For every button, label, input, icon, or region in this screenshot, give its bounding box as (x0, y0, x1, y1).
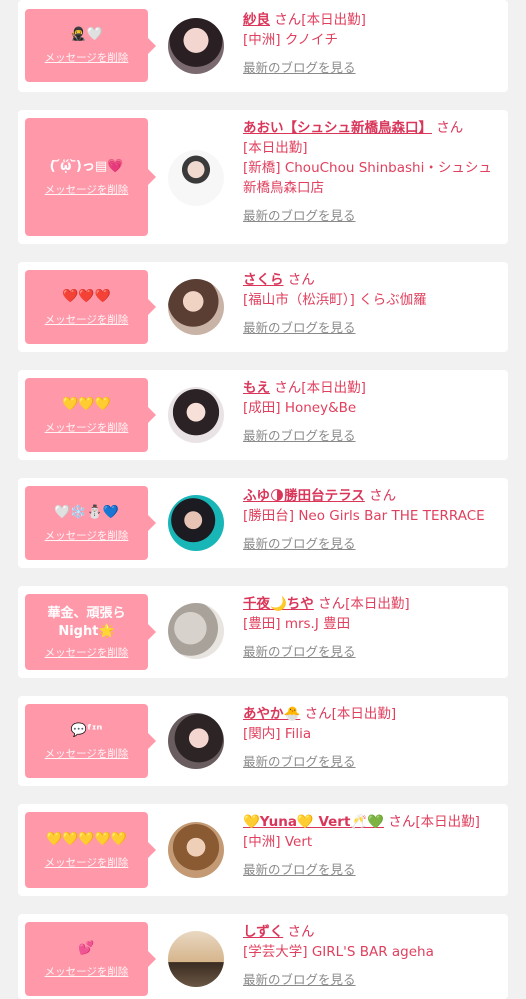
cast-name[interactable]: もえ (243, 380, 270, 396)
blog-link[interactable]: 最新のブログを見る (243, 970, 356, 990)
honorific: さん (304, 706, 332, 722)
honorific: さん (274, 380, 302, 396)
status: [本日出勤] (331, 706, 397, 722)
message-card: ( ᷄ᾥ ᷅)っ▤💗 メッセージを削除 あおい【シュシュ新橋鳥森口】 さん [本… (18, 110, 508, 244)
message-bubble: 💬ᶠᶦⁿ メッセージを削除 (25, 704, 156, 778)
avatar[interactable] (168, 603, 224, 659)
blog-link[interactable]: 最新のブログを見る (243, 642, 356, 662)
delete-message-link[interactable]: メッセージを削除 (45, 964, 129, 979)
honorific: さん (318, 596, 346, 612)
shop-name: [中洲] クノイチ (243, 32, 339, 48)
delete-message-link[interactable]: メッセージを削除 (45, 312, 129, 327)
status: [本日出勤] (345, 596, 410, 612)
avatar[interactable] (168, 931, 224, 987)
profile-info: 紗良 さん[本日出勤] [中洲] クノイチ 最新のブログを見る (243, 10, 502, 78)
cast-name[interactable]: さくら (243, 272, 284, 288)
message-bubble: ( ᷄ᾥ ᷅)っ▤💗 メッセージを削除 (25, 118, 156, 236)
profile-info: さくら さん [福山市（松浜町）] くらぶ伽羅 最新のブログを見る (243, 270, 502, 338)
status: [本日出勤] (301, 380, 366, 396)
profile-info: あやか🐣 さん[本日出勤] [関内] Filia 最新のブログを見る (243, 704, 502, 772)
avatar[interactable] (168, 387, 224, 443)
message-text: 💬ᶠᶦⁿ (70, 722, 103, 738)
delete-message-link[interactable]: メッセージを削除 (45, 528, 129, 543)
profile-info: もえ さん[本日出勤] [成田] Honey&Be 最新のブログを見る (243, 378, 502, 446)
cast-name[interactable]: ふゆ🌗勝田台テラス (243, 488, 365, 504)
blog-link[interactable]: 最新のブログを見る (243, 752, 356, 772)
message-text: ❤️❤️❤️ (62, 288, 111, 304)
avatar[interactable] (168, 495, 224, 551)
blog-link[interactable]: 最新のブログを見る (243, 860, 356, 880)
profile-info: 千夜🌙ちや さん[本日出勤] [豊田] mrs.J 豊田 最新のブログを見る (243, 594, 502, 662)
blog-link[interactable]: 最新のブログを見る (243, 206, 356, 226)
cast-name[interactable]: 千夜🌙ちや (243, 596, 314, 612)
profile-info: しずく さん [学芸大学] GIRL'S BAR ageha 最新のブログを見る (243, 922, 502, 990)
message-card: 華金、頑張ら Night🌟 メッセージを削除 千夜🌙ちや さん[本日出勤] [豊… (18, 586, 508, 678)
avatar[interactable] (168, 822, 224, 878)
status: [本日出勤] (243, 140, 308, 156)
delete-message-link[interactable]: メッセージを削除 (45, 182, 129, 197)
message-card: ❤️❤️❤️ メッセージを削除 さくら さん [福山市（松浜町）] くらぶ伽羅 … (18, 262, 508, 352)
message-card: 💕 メッセージを削除 しずく さん [学芸大学] GIRL'S BAR ageh… (18, 914, 508, 999)
message-text: 🥷🤍 (70, 27, 103, 42)
delete-message-link[interactable]: メッセージを削除 (45, 645, 129, 660)
shop-name: [関内] Filia (243, 726, 312, 742)
blog-link[interactable]: 最新のブログを見る (243, 58, 356, 78)
message-card: 🥷🤍 メッセージを削除 紗良 さん[本日出勤] [中洲] クノイチ 最新のブログ… (18, 0, 508, 92)
shop-name: [新橋] ChouChou Shinbashi・シュシュ新橋鳥森口店 (243, 160, 492, 196)
blog-link[interactable]: 最新のブログを見る (243, 426, 356, 446)
message-text: 💛💛💛 (62, 396, 111, 412)
message-card: 🤍❄️⛄💙 メッセージを削除 ふゆ🌗勝田台テラス さん [勝田台] Neo Gi… (18, 478, 508, 568)
delete-message-link[interactable]: メッセージを削除 (45, 50, 129, 65)
shop-name: [勝田台] Neo Girls Bar THE TERRACE (243, 508, 485, 524)
honorific: さん (436, 120, 464, 136)
blog-link[interactable]: 最新のブログを見る (243, 318, 356, 338)
cast-name[interactable]: しずく (243, 924, 283, 940)
honorific: さん (369, 488, 397, 504)
message-bubble: ❤️❤️❤️ メッセージを削除 (25, 270, 156, 344)
avatar[interactable] (168, 150, 224, 206)
shop-name: [中洲] Vert (243, 834, 313, 850)
status: [本日出勤] (301, 12, 366, 28)
blog-link[interactable]: 最新のブログを見る (243, 534, 356, 554)
message-card: 💛💛💛💛💛 メッセージを削除 💛Yuna💛 Vert🥂💚 さん[本日出勤] [中… (18, 804, 508, 896)
delete-message-link[interactable]: メッセージを削除 (45, 746, 129, 761)
cast-name[interactable]: あおい【シュシュ新橋鳥森口】 (243, 120, 432, 136)
honorific: さん (388, 814, 416, 830)
honorific: さん (287, 272, 315, 288)
message-text: 華金、頑張ら Night🌟 (47, 605, 126, 639)
honorific: さん (274, 12, 302, 28)
message-bubble: 💛💛💛💛💛 メッセージを削除 (25, 812, 156, 888)
delete-message-link[interactable]: メッセージを削除 (45, 855, 129, 870)
honorific: さん (287, 924, 315, 940)
cast-name[interactable]: 💛Yuna💛 Vert🥂💚 (243, 814, 384, 830)
avatar[interactable] (168, 713, 224, 769)
shop-name: [豊田] mrs.J 豊田 (243, 616, 351, 632)
message-text: 💛💛💛💛💛 (46, 831, 127, 847)
message-card: 💬ᶠᶦⁿ メッセージを削除 あやか🐣 さん[本日出勤] [関内] Filia 最… (18, 696, 508, 786)
profile-info: あおい【シュシュ新橋鳥森口】 さん [本日出勤] [新橋] ChouChou S… (243, 118, 502, 226)
message-text: ( ᷄ᾥ ᷅)っ▤💗 (49, 158, 124, 174)
shop-name: [福山市（松浜町）] くらぶ伽羅 (243, 292, 427, 308)
shop-name: [学芸大学] GIRL'S BAR ageha (243, 944, 434, 960)
avatar[interactable] (168, 279, 224, 335)
message-bubble: 💛💛💛 メッセージを削除 (25, 378, 156, 452)
cast-name[interactable]: あやか🐣 (243, 706, 300, 722)
profile-info: ふゆ🌗勝田台テラス さん [勝田台] Neo Girls Bar THE TER… (243, 486, 502, 554)
message-bubble: 🤍❄️⛄💙 メッセージを削除 (25, 486, 156, 560)
cast-name[interactable]: 紗良 (243, 12, 270, 28)
delete-message-link[interactable]: メッセージを削除 (45, 420, 129, 435)
status: [本日出勤] (415, 814, 480, 830)
message-bubble: 💕 メッセージを削除 (25, 922, 156, 996)
message-text: 💕 (78, 940, 95, 956)
message-bubble: 華金、頑張ら Night🌟 メッセージを削除 (25, 594, 156, 670)
message-card: 💛💛💛 メッセージを削除 もえ さん[本日出勤] [成田] Honey&Be 最… (18, 370, 508, 460)
message-bubble: 🥷🤍 メッセージを削除 (25, 9, 156, 82)
profile-info: 💛Yuna💛 Vert🥂💚 さん[本日出勤] [中洲] Vert 最新のブログを… (243, 812, 502, 880)
avatar[interactable] (168, 18, 224, 74)
message-text: 🤍❄️⛄💙 (54, 504, 119, 520)
shop-name: [成田] Honey&Be (243, 400, 357, 416)
